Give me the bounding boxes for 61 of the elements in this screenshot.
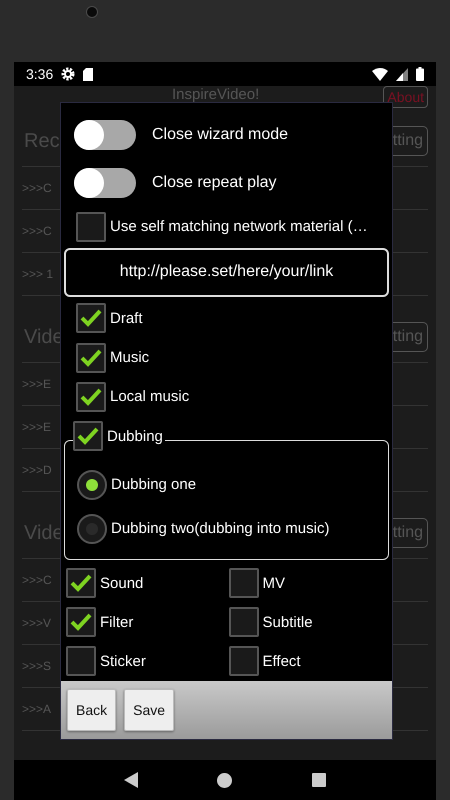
home-icon[interactable] — [217, 772, 232, 788]
list-item[interactable]: >>>S — [22, 659, 52, 673]
list-item[interactable]: >>>D — [22, 463, 52, 477]
checkbox[interactable] — [73, 421, 103, 452]
radio-button[interactable] — [77, 514, 107, 544]
checkbox-label: Dubbing — [107, 428, 163, 445]
list-item[interactable]: >>>A — [22, 702, 52, 716]
check-icon — [80, 309, 102, 328]
check-icon — [77, 427, 99, 446]
toggle-label: Close wizard mode — [152, 126, 288, 144]
radio-label: Dubbing two(dubbing into music) — [111, 520, 330, 538]
checkbox-label: Music — [110, 349, 150, 366]
toggle-switch[interactable] — [74, 120, 136, 150]
list-item[interactable]: >>>C — [22, 573, 52, 587]
dialog-button[interactable]: Save — [124, 689, 174, 731]
checkbox-label: MV — [262, 574, 285, 592]
radio-label: Dubbing one — [111, 476, 196, 494]
list-item[interactable]: >>> 1 — [22, 267, 54, 281]
radio-button[interactable] — [77, 470, 107, 500]
recents-icon[interactable] — [312, 773, 326, 787]
battery-icon — [416, 67, 424, 81]
toggle-label: Close repeat play — [152, 174, 277, 192]
checkbox[interactable] — [76, 382, 106, 412]
checkbox[interactable] — [76, 342, 106, 373]
gear-icon — [61, 67, 76, 81]
back-icon[interactable] — [124, 772, 138, 788]
list-item[interactable]: >>>C — [22, 224, 52, 238]
checkbox-label: Use self matching network material (… — [110, 218, 368, 236]
clock: 3:36 — [26, 66, 54, 82]
wifi-icon — [372, 68, 388, 80]
checkbox-label: Sticker — [100, 652, 146, 670]
checkbox[interactable] — [76, 212, 106, 242]
signal-icon — [396, 68, 408, 80]
checkbox-label: Subtitle — [262, 614, 313, 631]
check-icon — [70, 574, 92, 592]
checkbox-label: Draft — [110, 310, 143, 327]
link-field[interactable]: http://please.set/here/your/link — [64, 248, 389, 297]
checkbox[interactable] — [76, 303, 106, 334]
checkbox[interactable] — [228, 568, 258, 598]
checkbox[interactable] — [66, 568, 96, 598]
camera-dot — [86, 6, 98, 18]
sd-card-icon — [83, 68, 94, 80]
toggle-switch[interactable] — [74, 168, 136, 198]
app-title: InspireVideo! — [172, 87, 260, 102]
list-item[interactable]: >>>C — [22, 181, 52, 195]
checkbox-label: Effect — [262, 652, 301, 670]
check-icon — [70, 613, 92, 632]
list-item[interactable]: >>>V — [22, 616, 52, 630]
check-icon — [80, 388, 102, 406]
check-icon — [80, 348, 102, 367]
checkbox[interactable] — [228, 646, 258, 676]
checkbox-label: Sound — [100, 574, 144, 592]
list-item[interactable]: >>>E — [22, 420, 52, 434]
list-item[interactable]: >>>E — [22, 377, 52, 391]
checkbox-label: Filter — [100, 614, 134, 631]
checkbox[interactable] — [66, 646, 96, 676]
checkbox-label: Local music — [110, 388, 190, 406]
checkbox[interactable] — [66, 607, 96, 638]
about-button[interactable]: About — [383, 86, 428, 108]
checkbox[interactable] — [228, 607, 258, 638]
dialog-button[interactable]: Back — [67, 689, 116, 731]
